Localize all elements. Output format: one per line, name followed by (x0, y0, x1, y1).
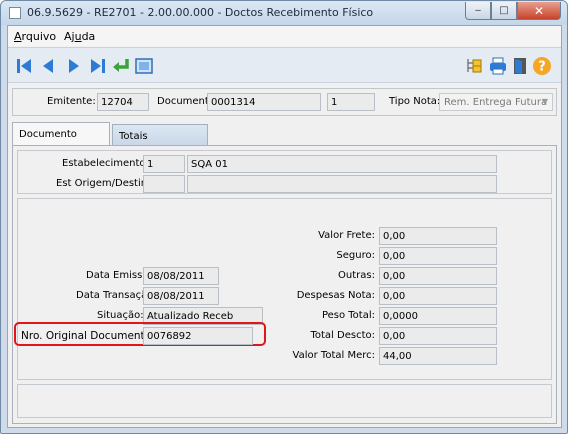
menu-accel: u (74, 30, 82, 43)
app-window: 06.9.5629 - RE2701 - 2.00.00.000 - Docto… (0, 0, 568, 434)
menu-arquivo[interactable]: Arquivo (14, 30, 56, 43)
total-descto-label: Total Descto: (310, 330, 375, 341)
documento-field[interactable]: 0001314 (207, 93, 321, 111)
menu-bar: Arquivo Ajuda (8, 26, 561, 46)
client-area: Arquivo Ajuda ? Emitente: 12704 Document… (7, 25, 562, 428)
estabelecimento-code-field[interactable]: 1 (143, 155, 185, 173)
valor-frete-field[interactable]: 0,00 (379, 227, 497, 245)
prev-icon[interactable] (38, 56, 58, 76)
title-bar[interactable]: 06.9.5629 - RE2701 - 2.00.00.000 - Docto… (1, 1, 567, 25)
menu-text: Aj (64, 30, 75, 43)
data-emissao-field[interactable]: 08/08/2011 (143, 267, 219, 285)
despesas-nota-label: Despesas Nota: (296, 290, 375, 301)
valor-total-merc-label: Valor Total Merc: (292, 350, 375, 361)
window-controls: ‒ □ ✕ (465, 2, 561, 20)
next-icon[interactable] (64, 56, 84, 76)
despesas-nota-field[interactable]: 0,00 (379, 287, 497, 305)
est-origem-label: Est Origem/Destino: (56, 178, 157, 189)
window-title: 06.9.5629 - RE2701 - 2.00.00.000 - Docto… (27, 6, 374, 19)
documento-panel: Estabelecimento: 1 SQA 01 Est Origem/Des… (12, 145, 557, 424)
last-icon[interactable] (88, 56, 108, 76)
tipo-nota-select[interactable]: Rem. Entrega Futura ▼ (439, 93, 553, 111)
close-button[interactable]: ✕ (517, 2, 561, 20)
emitente-label: Emitente: (47, 96, 96, 107)
menu-accel: A (14, 30, 22, 43)
exit-door-icon[interactable] (510, 56, 530, 76)
tab-totais[interactable]: Totais (112, 124, 208, 146)
goto-icon[interactable] (112, 56, 132, 76)
menu-text: rquivo (21, 30, 57, 43)
est-origem-name-field[interactable] (187, 175, 497, 193)
menu-text: da (81, 30, 96, 43)
help-icon[interactable]: ? (532, 56, 552, 76)
maximize-button[interactable]: □ (491, 2, 517, 20)
seguro-label: Seguro: (336, 250, 375, 261)
serie-field[interactable]: 1 (327, 93, 375, 111)
valor-frete-label: Valor Frete: (318, 230, 375, 241)
emitente-field[interactable]: 12704 (97, 93, 149, 111)
chevron-down-icon: ▼ (541, 97, 548, 106)
minimize-button[interactable]: ‒ (465, 2, 491, 20)
zoom-icon[interactable] (134, 56, 154, 76)
app-icon (9, 7, 21, 19)
tipo-nota-value: Rem. Entrega Futura (444, 97, 548, 108)
toolbar: ? (8, 47, 561, 83)
estabelecimento-name-field[interactable]: SQA 01 (187, 155, 497, 173)
main-fields-group: Data Emissão: 08/08/2011 Data Transação:… (14, 198, 552, 380)
peso-total-field[interactable]: 0,0000 (379, 307, 497, 325)
outras-field[interactable]: 0,00 (379, 267, 497, 285)
header-panel: Emitente: 12704 Documento: 0001314 1 Tip… (12, 88, 557, 116)
tab-documento[interactable]: Documento (12, 122, 110, 146)
est-origem-code-field[interactable] (143, 175, 185, 193)
estabelecimento-group: Estabelecimento: 1 SQA 01 Est Origem/Des… (17, 150, 552, 194)
nro-original-field[interactable]: 0076892 (143, 327, 253, 345)
nro-original-label: Nro. Original Documento: (21, 330, 155, 342)
tipo-nota-label: Tipo Nota: (389, 96, 441, 107)
peso-total-label: Peso Total: (321, 310, 375, 321)
seguro-field[interactable]: 0,00 (379, 247, 497, 265)
situacao-label: Situação: (97, 310, 144, 321)
tree-icon[interactable] (464, 56, 484, 76)
estabelecimento-label: Estabelecimento: (62, 158, 149, 169)
bottom-group (17, 384, 552, 418)
total-descto-field[interactable]: 0,00 (379, 327, 497, 345)
first-icon[interactable] (14, 56, 34, 76)
data-transacao-field[interactable]: 08/08/2011 (143, 287, 219, 305)
print-icon[interactable] (488, 56, 508, 76)
valor-total-merc-field[interactable]: 44,00 (379, 347, 497, 365)
menu-ajuda[interactable]: Ajuda (64, 30, 95, 43)
outras-label: Outras: (338, 270, 375, 281)
svg-text:?: ? (538, 60, 546, 75)
